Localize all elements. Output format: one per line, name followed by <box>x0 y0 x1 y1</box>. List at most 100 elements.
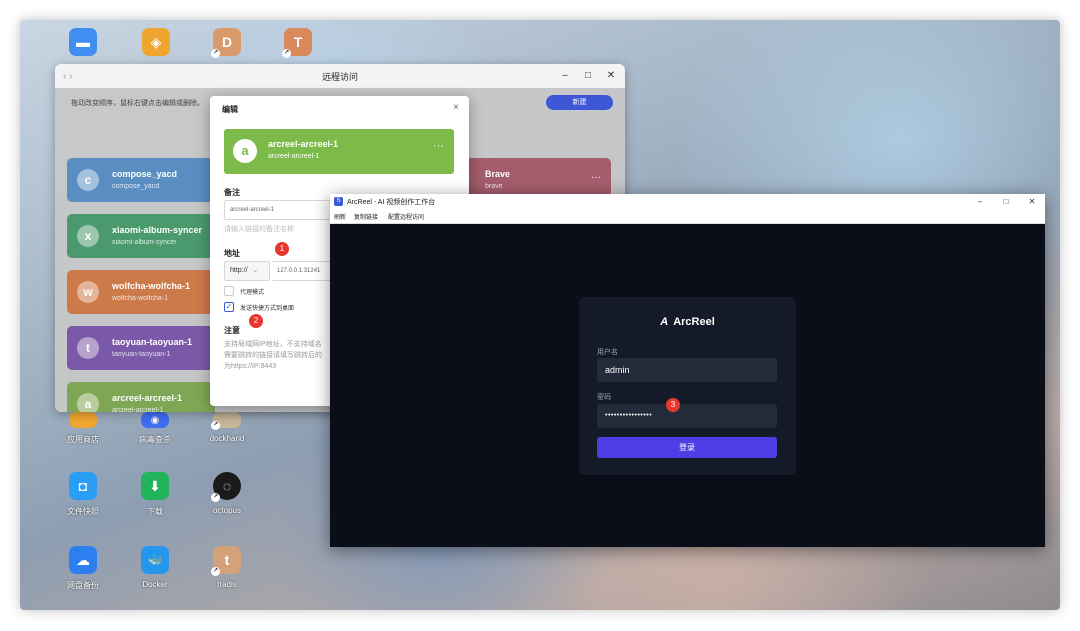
maximize-button[interactable]: □ <box>993 194 1019 210</box>
edit-preview-card: a arcreel-arcreel-1 arcreel-arcreel-1 ··… <box>224 129 454 174</box>
card-sub: brave <box>485 183 503 190</box>
desktop-icon-t[interactable]: T ↗ <box>263 28 333 58</box>
icon-letter: D <box>221 34 233 50</box>
shortcut-badge-icon: ↗ <box>211 567 220 576</box>
desktop-icon-label: 下载 <box>147 507 163 516</box>
proxy-label: 代理模式 <box>240 290 265 296</box>
desktop-icon-label: 文件快照 <box>67 507 99 516</box>
letter-t-icon: T ↗ <box>282 28 312 58</box>
desktop-icon-file-snapshot[interactable]: ◘ 文件快照 <box>48 472 118 517</box>
note-title: 注意 <box>224 326 240 335</box>
arcreel-logo-icon: A <box>660 316 669 328</box>
annotation-marker: 2 <box>249 314 263 328</box>
menu-copy-link[interactable]: 复制链接 <box>354 212 378 221</box>
desktop-icon-label: 病毒查杀 <box>139 435 171 444</box>
camera-icon: ◘ <box>69 472 97 500</box>
card-sub: xiaomi-album-syncer <box>112 239 177 246</box>
menu-refresh[interactable]: 刷新 <box>334 212 346 221</box>
card-name: compose_yacd <box>112 169 178 179</box>
username-label: 用户名 <box>597 349 618 356</box>
minimize-button[interactable]: – <box>967 194 993 210</box>
card-name: wolfcha-wolfcha-1 <box>112 281 191 291</box>
link-card[interactable]: t taoyuan-taoyuan-1 taoyuan-taoyuan-1 <box>67 326 215 370</box>
minimize-button[interactable]: – <box>555 64 575 88</box>
remote-access-titlebar[interactable]: ‹ › 远程访问 – □ ✕ <box>55 64 625 88</box>
protocol-select[interactable]: http:// ⌄ <box>224 261 270 281</box>
card-name: taoyuan-taoyuan-1 <box>112 337 193 347</box>
desktop: ▬ ◈ D ↗ T ↗ 应用商店 ◉ 病毒查杀 ↗ dockhand ◘ 文件快照 … <box>20 20 1060 610</box>
card-sub: arcreel-arcreel-1 <box>268 153 320 160</box>
desktop-icon-label: tradis <box>217 580 237 589</box>
desktop-icon-label: 应用商店 <box>67 435 99 444</box>
dialog-title: 编辑 <box>222 105 238 114</box>
desktop-icon-label: octopus <box>212 506 242 515</box>
username-input[interactable]: admin <box>597 358 777 382</box>
proxy-checkbox[interactable] <box>224 286 234 296</box>
cube-icon: ◈ <box>142 28 170 56</box>
more-icon[interactable]: ··· <box>433 140 444 152</box>
link-card[interactable]: w wolfcha-wolfcha-1 wolfcha-wolfcha-1 <box>67 270 215 314</box>
desktop-icon-cloud-backup[interactable]: ☁ 网盘备份 <box>48 546 118 591</box>
maximize-button[interactable]: □ <box>578 64 598 88</box>
close-button[interactable]: ✕ <box>1019 194 1045 210</box>
login-card: A ArcReel 用户名 admin 密码 •••••••••••••••• 登… <box>579 297 796 475</box>
shortcut-badge-icon: ↗ <box>211 493 220 502</box>
link-card[interactable]: x xiaomi-album-syncer xiaomi-album-synce… <box>67 214 215 258</box>
password-input[interactable]: •••••••••••••••• <box>597 404 777 428</box>
desktop-icon-octopus[interactable]: ◌ ↗ octopus <box>192 472 262 515</box>
letter-d-icon: D ↗ <box>211 28 241 58</box>
shortcut-badge-icon: ↗ <box>211 49 220 58</box>
cloud-icon: ☁ <box>69 546 97 574</box>
link-card[interactable]: c compose_yacd compose_yacd <box>67 158 215 202</box>
arcreel-window: S ArcReel - AI 视频创作工作台 – □ ✕ 刷新 复制链接 配置远… <box>330 194 1045 547</box>
store-icon <box>69 412 97 428</box>
window-title: 远程访问 <box>321 71 358 82</box>
desktop-icon-label: Docker <box>142 580 168 589</box>
card-sub: wolfcha-wolfcha-1 <box>112 295 169 302</box>
window-title: ArcReel - AI 视频创作工作台 <box>347 199 436 206</box>
login-button[interactable]: 登录 <box>597 437 777 458</box>
shortcut-label: 发送快捷方式到桌面 <box>240 306 295 312</box>
annotation-marker: 1 <box>275 242 289 256</box>
menu-configure-remote[interactable]: 配置远程访问 <box>388 212 424 221</box>
avatar: a <box>77 393 99 412</box>
remark-hint: 请输入链接的备注名称 <box>224 226 294 233</box>
shortcut-badge-icon: ↗ <box>211 421 220 430</box>
more-icon[interactable]: ··· <box>591 172 601 183</box>
desktop-icon-docker[interactable]: 🐳 Docker <box>120 546 190 589</box>
desktop-icon-tradis[interactable]: t ↗ tradis <box>192 546 262 589</box>
protocol-value: http:// <box>230 267 248 274</box>
desktop-icon-files[interactable]: ▬ <box>48 28 118 56</box>
arcreel-titlebar[interactable]: S ArcReel - AI 视频创作工作台 – □ ✕ <box>330 194 1045 210</box>
address-label: 地址 <box>224 249 240 258</box>
close-icon[interactable]: × <box>453 102 459 113</box>
new-button[interactable]: 新建 <box>546 95 613 110</box>
annotation-marker: 3 <box>666 398 680 412</box>
desktop-icon-app[interactable]: ◈ <box>121 28 191 56</box>
card-sub: arcreel-arcreel-1 <box>112 407 164 412</box>
letter-t-icon: t ↗ <box>211 546 241 576</box>
shortcut-checkbox[interactable]: ✓ <box>224 302 234 312</box>
chevron-down-icon: ⌄ <box>252 267 259 274</box>
avatar: c <box>77 169 99 191</box>
remote-hint-text: 拖动改变顺序，鼠标右键点击编辑或删除。 <box>71 100 204 107</box>
link-card[interactable]: a arcreel-arcreel-1 arcreel-arcreel-1 <box>67 382 215 412</box>
shortcut-badge-icon: ↗ <box>282 49 291 58</box>
desktop-icon-label: dockhand <box>209 434 245 443</box>
folder-icon: ▬ <box>69 28 97 56</box>
nav-arrows[interactable]: ‹ › <box>63 71 72 82</box>
brand-name: ArcReel <box>673 316 715 328</box>
password-label: 密码 <box>597 394 611 401</box>
note-line: 为https://IP:8443 <box>224 363 277 370</box>
close-button[interactable]: ✕ <box>601 64 621 88</box>
dockhand-icon: ↗ <box>211 412 241 430</box>
card-sub: compose_yacd <box>112 183 160 190</box>
desktop-icon-d[interactable]: D ↗ <box>192 28 262 58</box>
arcreel-menubar: 刷新 复制链接 配置远程访问 <box>330 210 1045 224</box>
desktop-icon-download[interactable]: ⬇ 下载 <box>120 472 190 517</box>
note-line: 需要跳转的链接请填写跳转后的 <box>224 352 322 359</box>
card-sub: taoyuan-taoyuan-1 <box>112 351 171 358</box>
icon-letter: t <box>224 552 230 568</box>
icon-glyph: ◌ <box>222 478 232 494</box>
icon-letter: T <box>293 34 303 50</box>
